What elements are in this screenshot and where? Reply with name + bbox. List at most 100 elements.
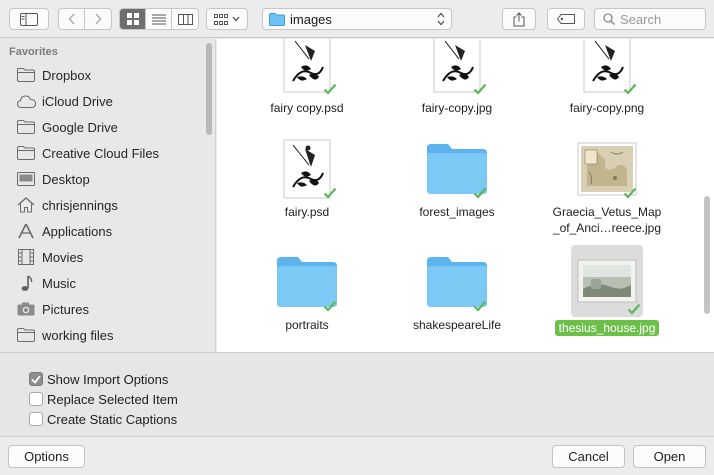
sidebar-item-label: Desktop [42, 171, 90, 187]
folder-thumbnail [275, 250, 339, 314]
sidebar-item-music[interactable]: Music [16, 272, 204, 294]
fairy-image-thumbnail [425, 39, 489, 97]
sidebar-scrollbar[interactable] [206, 43, 212, 135]
folder-icon [269, 12, 285, 26]
file-name: Graecia_Vetus_Map _of_Anci…reece.jpg [537, 204, 677, 236]
sidebar-item-movies[interactable]: Movies [16, 246, 204, 268]
fairy-image-thumbnail [275, 39, 339, 97]
back-forward-control [58, 8, 112, 30]
sidebar-item-label: Movies [42, 249, 84, 265]
file-item[interactable]: fairy.psd [237, 137, 377, 220]
checkbox-unchecked[interactable] [29, 392, 43, 406]
sidebar-item-working-files[interactable]: working files [16, 324, 204, 346]
file-item[interactable]: fairy-copy.jpg [387, 39, 527, 116]
sync-check-icon [623, 187, 637, 199]
sidebar-item-applications[interactable]: Applications [16, 220, 204, 242]
folder-name: portraits [285, 318, 329, 332]
file-item[interactable]: fairy copy.psd [237, 39, 377, 116]
sidebar-item-label: working files [42, 327, 114, 343]
sidebar-item-chrisjennings[interactable]: chrisjennings [16, 194, 204, 216]
replace-selected-item-checkbox[interactable]: Replace Selected Item [29, 390, 178, 408]
checkbox-checked[interactable] [29, 372, 43, 386]
sidebar-item-dropbox[interactable]: Dropbox [16, 64, 204, 86]
file-item[interactable]: fairy-copy.png [537, 39, 677, 116]
icon-view-button[interactable] [120, 9, 146, 29]
sidebar-icon [20, 12, 38, 26]
toolbar: images Search [0, 0, 714, 38]
file-item[interactable]: shakespeareLife [387, 250, 527, 333]
tag-button[interactable] [547, 8, 585, 30]
file-item-selected[interactable]: thesius_house.jpg [537, 245, 677, 336]
file-name: fairy-copy.jpg [421, 101, 493, 115]
checkbox-label: Replace Selected Item [47, 391, 178, 407]
sidebar-item-icloud-drive[interactable]: iCloud Drive [16, 90, 204, 112]
sidebar-item-label: Dropbox [42, 67, 92, 83]
list-view-button[interactable] [146, 9, 172, 29]
folder-thumbnail [425, 137, 489, 201]
sync-check-icon [473, 187, 487, 199]
sidebar-heading: Favorites [9, 46, 58, 58]
file-browser-scrollbar[interactable] [704, 196, 710, 314]
checkbox-unchecked[interactable] [29, 412, 43, 426]
search-field[interactable]: Search [594, 8, 706, 30]
search-placeholder: Search [620, 11, 662, 27]
camera-icon [16, 300, 36, 318]
dialog-button-bar: Options Cancel Open [0, 436, 714, 475]
folder-icon [16, 326, 36, 344]
open-button[interactable]: Open [633, 445, 706, 468]
sync-check-icon [323, 300, 337, 312]
sync-check-icon [473, 300, 487, 312]
list-icon [151, 14, 166, 24]
location-popup[interactable]: images [262, 8, 452, 30]
file-item[interactable]: forest_images [387, 137, 527, 220]
sidebar-item-label: Creative Cloud Files [42, 145, 160, 161]
forward-button[interactable] [85, 9, 111, 29]
updown-arrows-icon [437, 12, 445, 26]
grid-icon [126, 13, 139, 25]
folder-thumbnail [425, 250, 489, 314]
arrange-menu-button[interactable] [206, 8, 248, 30]
sync-check-icon [623, 83, 637, 95]
folder-icon [16, 144, 36, 162]
file-item[interactable]: portraits [237, 250, 377, 333]
photo-thumbnail [571, 245, 643, 317]
selected-file-label: thesius_house.jpg [554, 320, 660, 336]
sidebar-item-pictures[interactable]: Pictures [16, 298, 204, 320]
folder-name: shakespeareLife [412, 318, 502, 332]
sidebar-toggle-button[interactable] [9, 8, 49, 30]
file-name: fairy copy.psd [270, 101, 344, 115]
sidebar-item-label: chrisjennings [42, 197, 118, 213]
options-button[interactable]: Options [8, 445, 85, 468]
view-mode-control [119, 8, 199, 30]
sidebar-item-creative-cloud-files[interactable]: Creative Cloud Files [16, 142, 204, 164]
show-import-options-checkbox[interactable]: Show Import Options [29, 370, 168, 388]
music-note-icon [16, 274, 36, 292]
chevron-right-icon [95, 13, 102, 25]
arrange-grid-icon [214, 13, 228, 25]
film-icon [16, 248, 36, 266]
file-item[interactable]: Graecia_Vetus_Map _of_Anci…reece.jpg [537, 137, 677, 236]
import-options-panel: Show Import Options Replace Selected Ite… [0, 352, 714, 436]
sidebar-item-desktop[interactable]: Desktop [16, 168, 204, 190]
folder-icon [16, 66, 36, 84]
cancel-button[interactable]: Cancel [552, 445, 625, 468]
sidebar-item-google-drive[interactable]: Google Drive [16, 116, 204, 138]
location-label: images [290, 11, 332, 27]
sidebar-item-label: Music [42, 275, 76, 291]
sync-check-icon [627, 303, 641, 315]
fairy-image-thumbnail [275, 137, 339, 201]
folder-icon [16, 118, 36, 136]
create-static-captions-checkbox[interactable]: Create Static Captions [29, 410, 177, 428]
cloud-icon [16, 92, 36, 110]
file-name: fairy.psd [284, 205, 330, 219]
checkbox-label: Create Static Captions [47, 411, 178, 427]
search-icon [603, 13, 615, 25]
desktop-icon [16, 170, 36, 188]
file-name: thesius_house.jpg [537, 320, 677, 336]
columns-icon [177, 13, 193, 25]
sync-check-icon [323, 83, 337, 95]
checkbox-label: Show Import Options [47, 371, 169, 387]
column-view-button[interactable] [172, 9, 198, 29]
back-button[interactable] [59, 9, 85, 29]
share-button[interactable] [502, 8, 536, 30]
